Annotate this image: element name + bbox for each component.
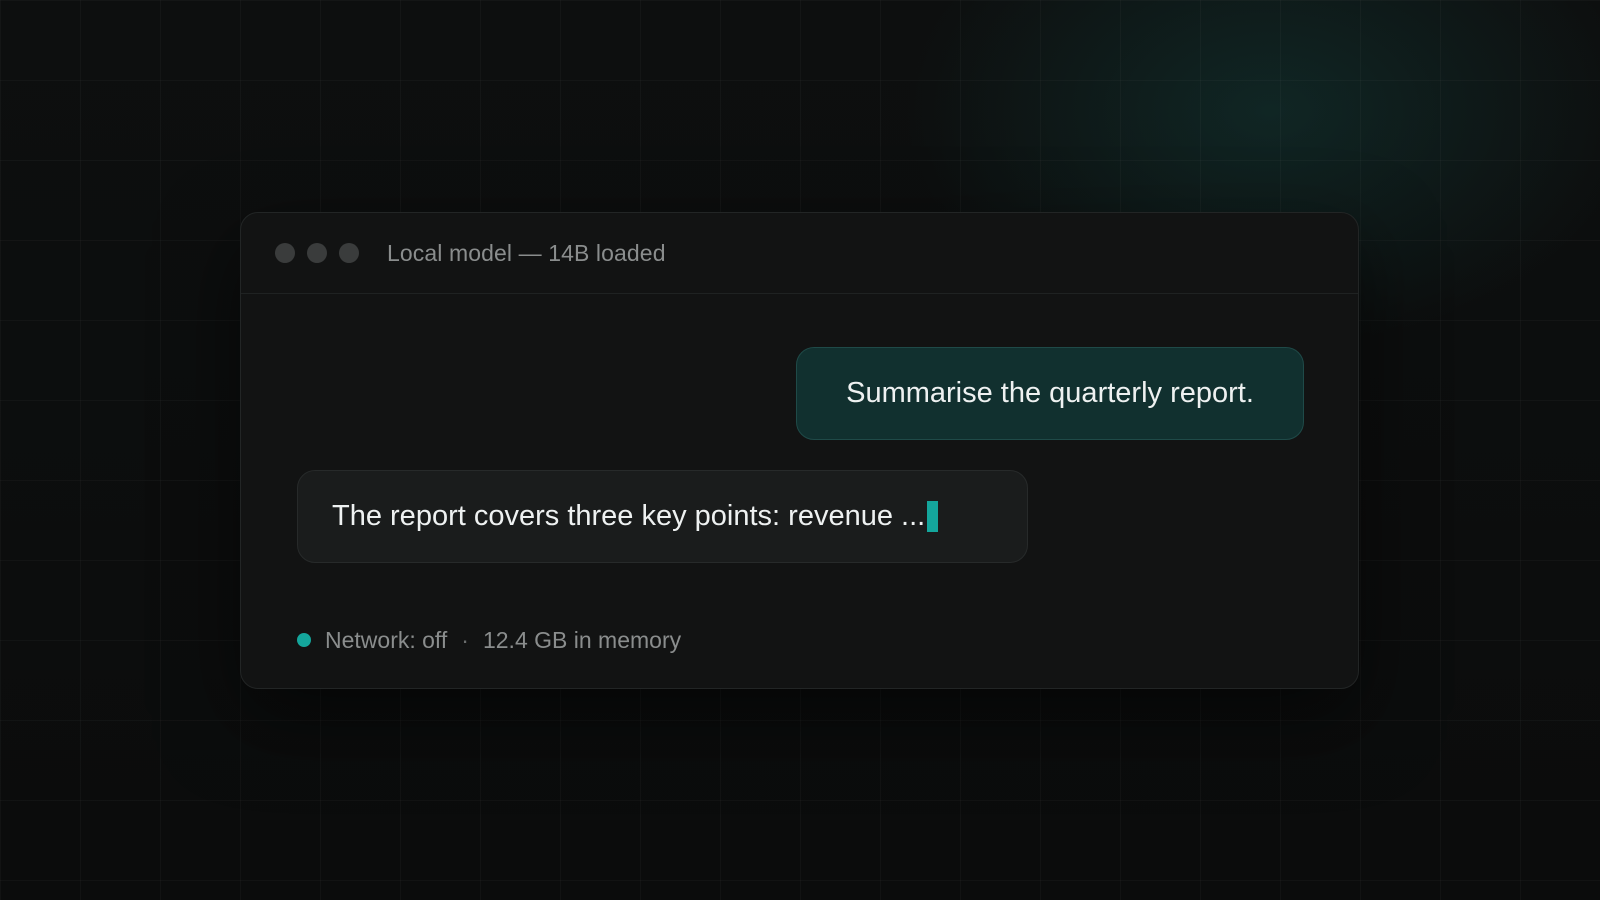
network-status: Network: off <box>325 626 448 653</box>
status-separator: · <box>461 626 469 653</box>
status-bar: Network: off · 12.4 GB in memory <box>297 625 681 655</box>
user-message-text: Summarise the quarterly report. <box>846 377 1254 409</box>
assistant-message-text: The report covers three key points: reve… <box>332 500 926 532</box>
window-title: Local model — 14B loaded <box>387 239 666 266</box>
assistant-message-bubble: The report covers three key points: reve… <box>297 470 1028 563</box>
user-message-bubble: Summarise the quarterly report. <box>796 347 1304 440</box>
status-dot-icon <box>297 633 311 647</box>
close-dot-icon[interactable] <box>275 243 295 263</box>
text-cursor-icon <box>927 501 939 532</box>
memory-usage: 12.4 GB in memory <box>482 626 682 653</box>
title-bar: Local model — 14B loaded <box>241 213 1358 294</box>
maximize-dot-icon[interactable] <box>339 243 359 263</box>
minimize-dot-icon[interactable] <box>307 243 327 263</box>
chat-window: Local model — 14B loaded Summarise the q… <box>240 212 1359 689</box>
